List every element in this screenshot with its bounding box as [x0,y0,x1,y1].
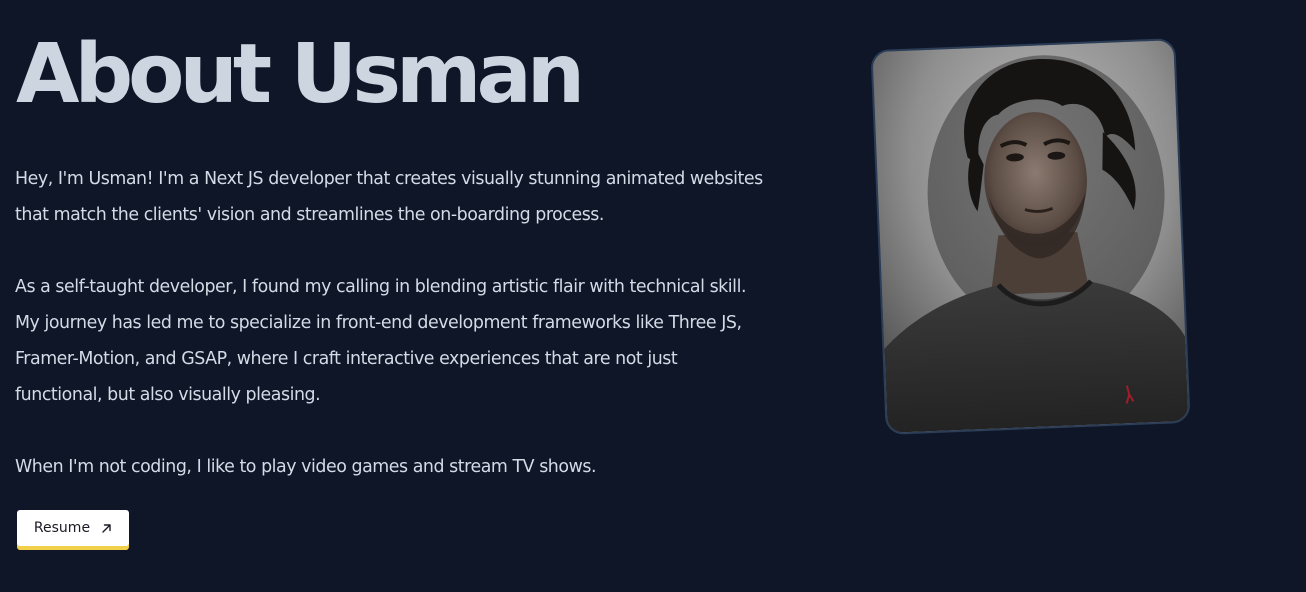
bio-line: Framer-Motion, and GSAP, where I craft i… [15,349,678,369]
bio-line: Hey, I'm Usman! I'm a Next JS developer … [15,169,763,189]
bio-section: Hey, I'm Usman! I'm a Next JS developer … [15,161,815,485]
bio-paragraph-journey: As a self-taught developer, I found my c… [15,269,815,413]
bio-paragraph-hobbies: When I'm not coding, I like to play vide… [15,449,815,485]
bio-paragraph-intro: Hey, I'm Usman! I'm a Next JS developer … [15,161,815,233]
resume-button[interactable]: Resume [17,510,129,546]
arrow-up-right-icon [101,523,112,534]
profile-photo [870,38,1191,435]
resume-button-label: Resume [33,520,91,536]
bio-line: When I'm not coding, I like to play vide… [15,457,597,477]
bio-line: that match the clients' vision and strea… [15,205,604,225]
portrait-image [872,40,1189,433]
bio-line: My journey has led me to specialize in f… [15,313,742,333]
page-title: About Usman [16,27,585,122]
bio-line: As a self-taught developer, I found my c… [15,277,747,297]
bio-line: functional, but also visually pleasing. [15,385,321,405]
